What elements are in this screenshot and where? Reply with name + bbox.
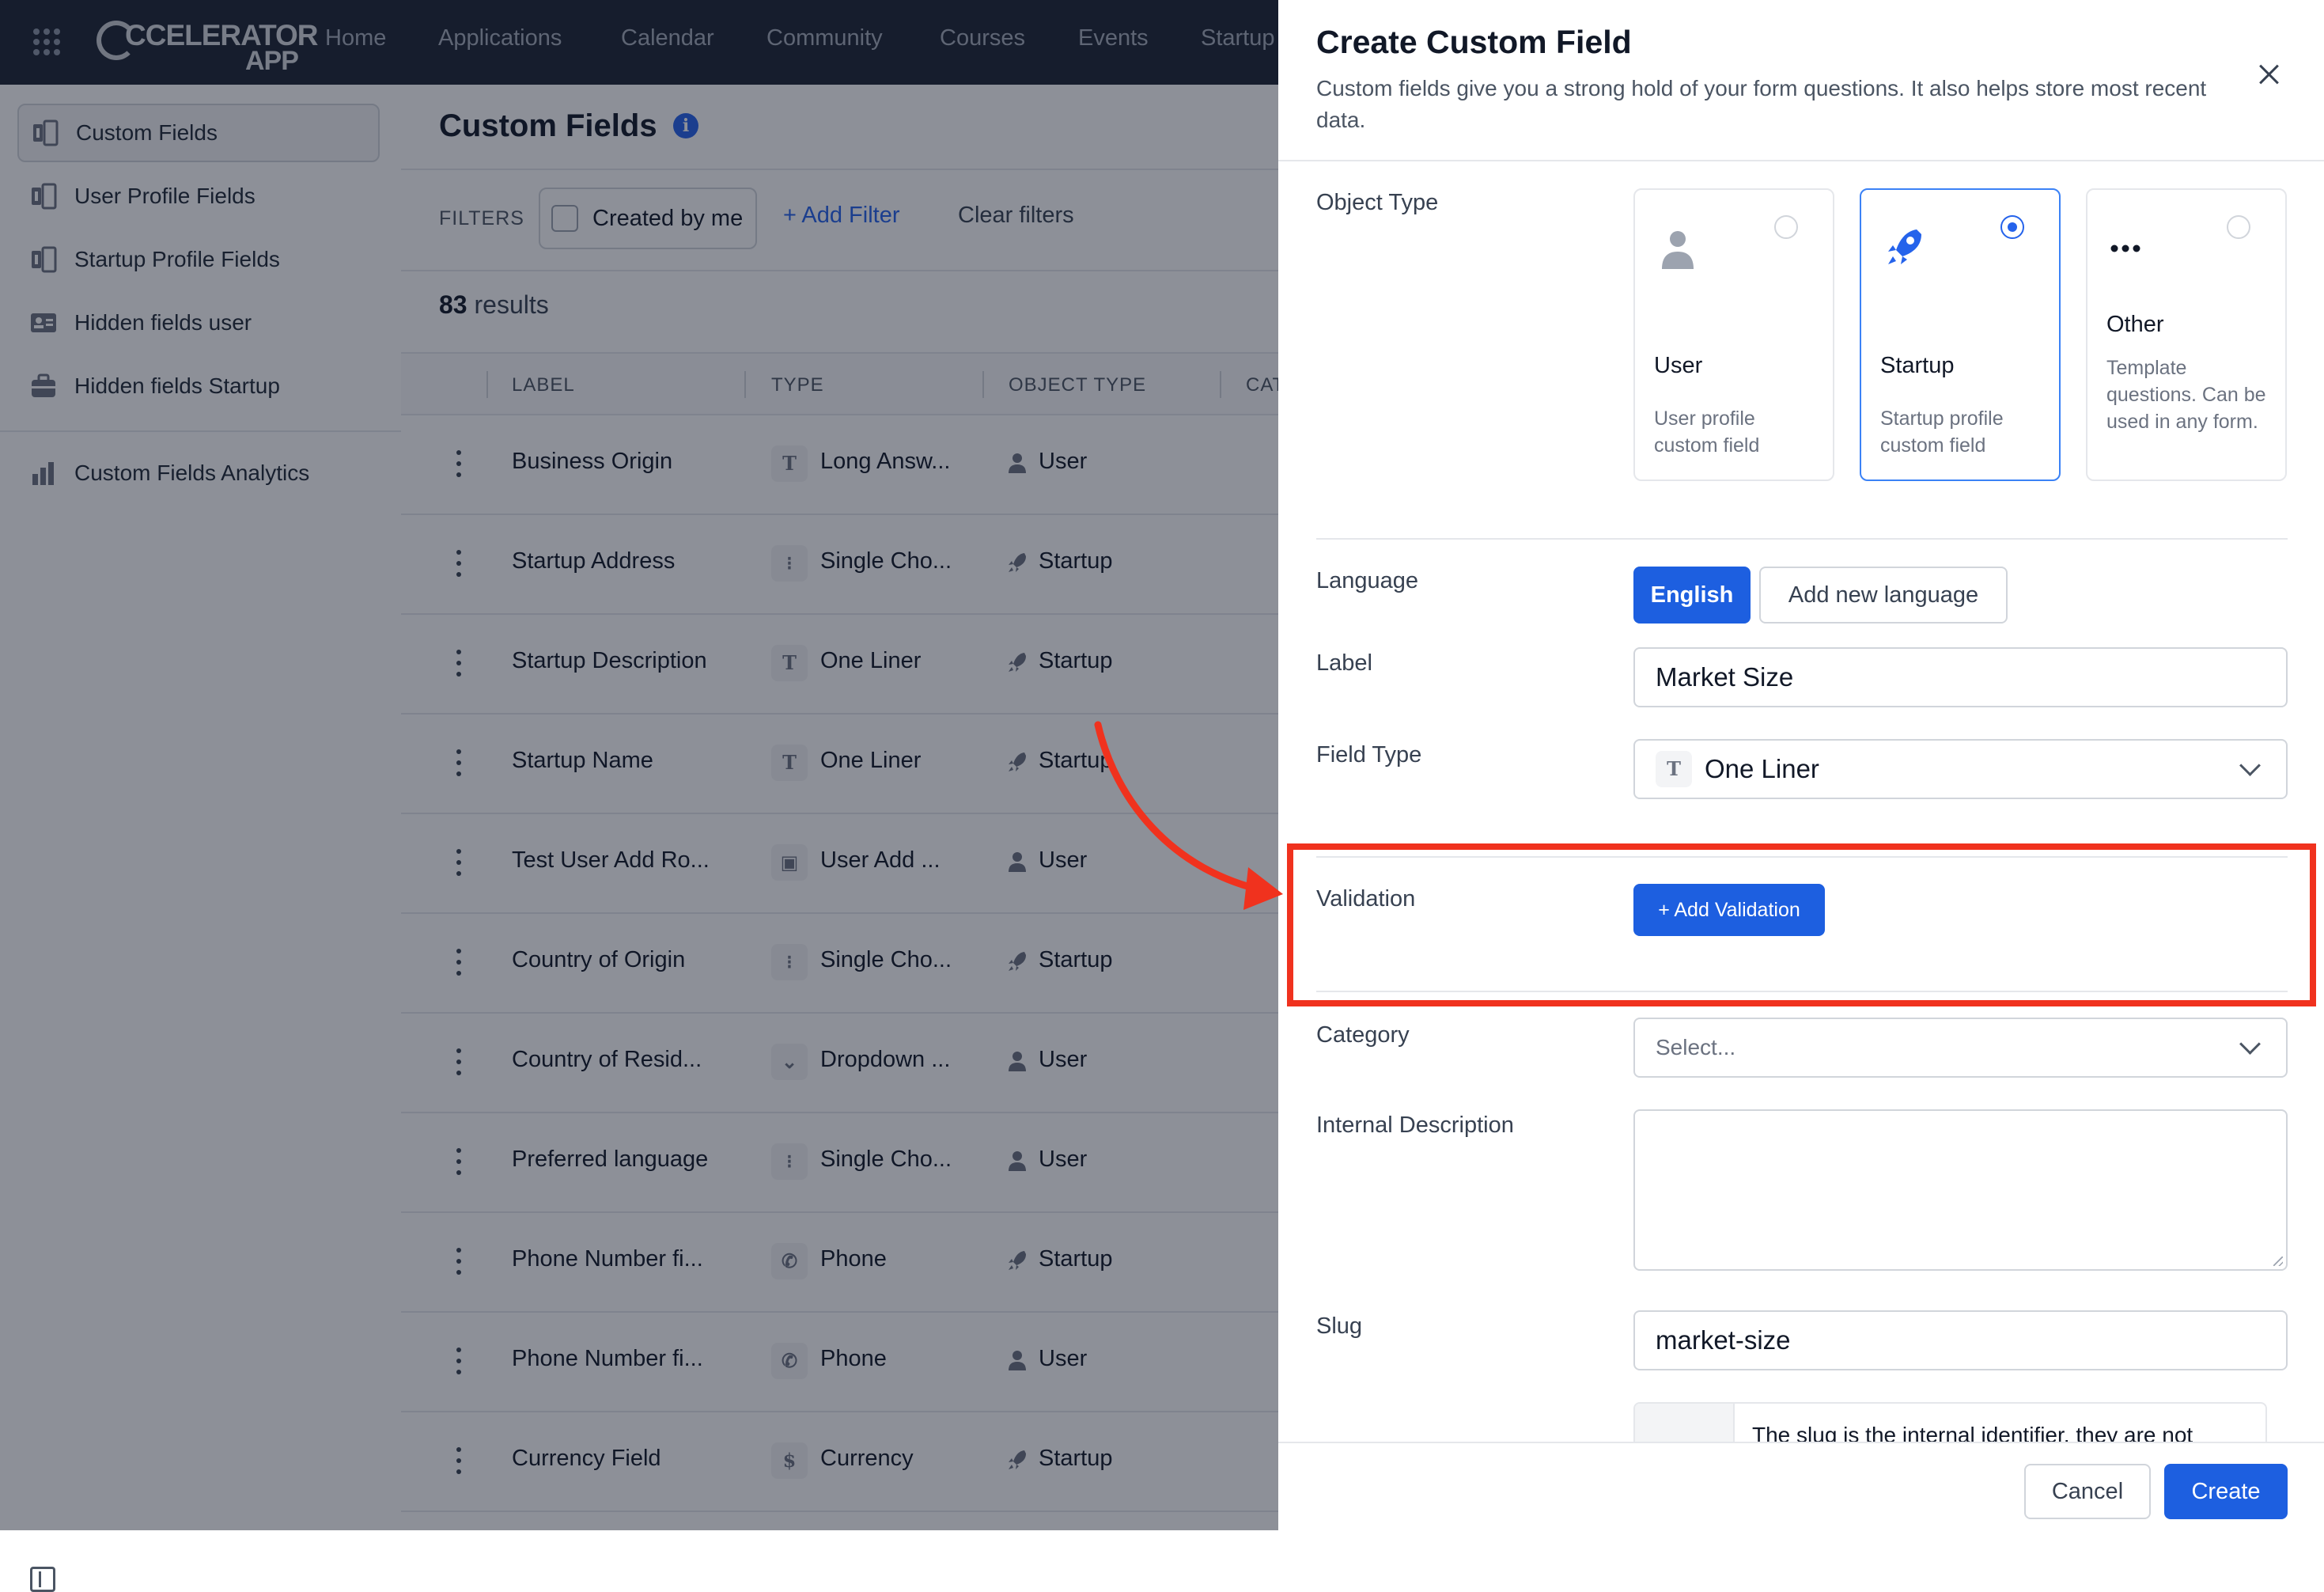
radio-button[interactable] [2000,215,2024,239]
category-placeholder: Select... [1656,1035,1736,1059]
highlight-box [1287,843,2316,1006]
add-new-language-button[interactable]: Add new language [1759,567,2008,624]
internal-description-label: Internal Description [1316,1113,1514,1138]
language-english-button[interactable]: English [1633,567,1751,624]
language-label: Language [1316,568,1419,593]
category-select[interactable]: Select... [1633,1018,2288,1078]
radio-button[interactable] [1774,215,1798,239]
card-title: User [1654,353,1703,378]
divider [1316,538,2288,540]
drawer-title: Create Custom Field [1316,24,1632,60]
card-description: User profile custom field [1654,407,1760,457]
field-type-select[interactable]: T One Liner [1633,739,2288,799]
user-icon [1656,225,1700,275]
object-type-card-other[interactable]: Other Template questions. Can be used in… [2086,188,2287,481]
field-type-label: Field Type [1316,742,1422,768]
chevron-down-icon [2239,755,2261,776]
object-type-card-user[interactable]: User User profile custom field [1633,188,1834,481]
label-input-value: Market Size [1656,662,1794,692]
chevron-down-icon [2239,1033,2261,1055]
label-input[interactable]: Market Size [1633,647,2288,707]
collapse-sidebar-icon[interactable] [30,1567,55,1592]
category-label: Category [1316,1022,1410,1048]
slug-input-value: market-size [1656,1325,1791,1355]
drawer-subtitle: Custom fields give you a strong hold of … [1316,76,2207,132]
rocket-icon [1882,225,1926,275]
card-description: Template questions. Can be used in any f… [2106,357,2266,433]
divider [1278,160,2324,161]
label-field-label: Label [1316,650,1372,676]
slug-label: Slug [1316,1313,1363,1339]
object-type-card-startup[interactable]: Startup Startup profile custom field [1860,188,2061,481]
close-icon[interactable] [2258,63,2280,85]
internal-description-textarea[interactable] [1633,1109,2288,1271]
object-type-label: Object Type [1316,190,1439,215]
card-title: Startup [1880,353,1955,378]
card-description: Startup profile custom field [1880,407,2004,457]
annotation-arrow-icon [1094,721,1283,910]
drawer-footer: Cancel Create [1278,1442,2324,1532]
field-type-value: One Liner [1705,754,1819,783]
text-type-icon: T [1656,751,1692,787]
card-title: Other [2106,312,2164,337]
radio-button[interactable] [2227,215,2250,239]
create-button[interactable]: Create [2164,1464,2288,1519]
slug-input[interactable]: market-size [1633,1310,2288,1370]
dots-icon [2108,225,2152,275]
cancel-button[interactable]: Cancel [2024,1464,2151,1519]
create-custom-field-drawer: Create Custom Field Custom fields give y… [1278,0,2324,1532]
